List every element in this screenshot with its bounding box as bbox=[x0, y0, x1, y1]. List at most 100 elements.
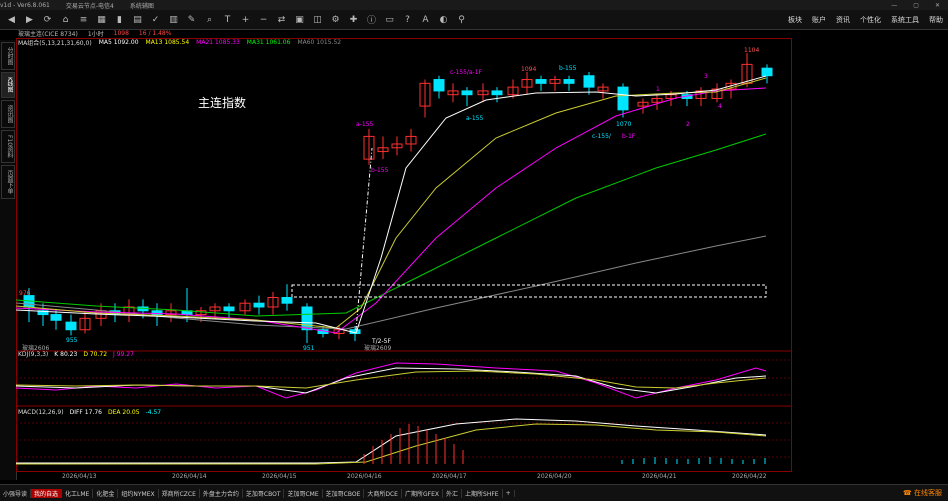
bottom-tab[interactable]: 小强导读 bbox=[0, 488, 32, 498]
maximize-button[interactable]: ▢ bbox=[913, 2, 919, 9]
ma31-line bbox=[16, 133, 767, 317]
period-label[interactable]: 1小时 bbox=[88, 29, 104, 38]
bottom-tab[interactable]: 纽约NYMEX bbox=[118, 488, 159, 498]
date-label: 2026/04/21 bbox=[642, 473, 677, 480]
candle-body bbox=[433, 79, 445, 92]
kdj-k: K 80.23 bbox=[54, 351, 78, 358]
info-icon[interactable]: ⓘ bbox=[365, 13, 378, 26]
symbol-name[interactable]: 玻璃主连(CICE 8734) bbox=[18, 29, 78, 38]
font-icon[interactable]: A bbox=[419, 13, 432, 26]
macd-value: -4.57 bbox=[145, 409, 162, 416]
bar-icon[interactable]: ▮ bbox=[113, 13, 126, 26]
date-label: 2026/04/22 bbox=[732, 473, 767, 480]
menu-system-tools[interactable]: 系统工具 bbox=[891, 15, 919, 25]
ma5-line bbox=[16, 75, 767, 334]
zoom-out-icon[interactable]: − bbox=[257, 13, 270, 26]
chart-annotation: 1104 bbox=[744, 47, 759, 54]
forward-icon[interactable]: ▶ bbox=[23, 13, 36, 26]
search-icon[interactable]: ⌕ bbox=[203, 13, 216, 26]
bottom-tab[interactable]: 上期所SHFE bbox=[462, 488, 503, 498]
chart-annotation: a-155 bbox=[356, 121, 373, 128]
back-icon[interactable]: ◀ bbox=[5, 13, 18, 26]
home-icon[interactable]: ⌂ bbox=[59, 13, 72, 26]
bottom-tab[interactable]: 化肥金 bbox=[93, 488, 119, 498]
chart-annotation: 玻璃2609 bbox=[364, 344, 391, 352]
menu-account[interactable]: 账户 bbox=[812, 15, 826, 25]
layout-icon[interactable]: ▣ bbox=[293, 13, 306, 26]
chart-annotation: b-1F bbox=[622, 133, 636, 140]
sidebar-tab-kline[interactable]: K线图 bbox=[1, 72, 15, 98]
server-node: 交易云节点-电信4 bbox=[65, 2, 114, 10]
bottom-tab[interactable]: 外盘主力合约 bbox=[200, 488, 243, 498]
bottom-tab[interactable]: + bbox=[503, 489, 515, 497]
date-label: 2026/04/15 bbox=[262, 473, 297, 480]
minimize-button[interactable]: — bbox=[891, 2, 897, 9]
split-icon[interactable]: ◫ bbox=[311, 13, 324, 26]
bottom-tab[interactable]: 大商所DCE bbox=[364, 488, 402, 498]
compare-icon[interactable]: ⇄ bbox=[275, 13, 288, 26]
bottom-tab[interactable]: 芝加哥CME bbox=[284, 488, 323, 498]
bottom-tab[interactable]: 外汇 bbox=[443, 488, 463, 498]
sidebar-tab-f10[interactable]: F10资料 bbox=[1, 129, 15, 164]
macd-label: MACD(12,26,9) bbox=[18, 409, 64, 416]
kdj-legend: KDJ(9,3,3) K 80.23 D 70.72 J 99.27 bbox=[18, 351, 140, 358]
settings-icon[interactable]: ⚙ bbox=[329, 13, 342, 26]
last-price: 1098 bbox=[113, 30, 129, 37]
chart-annotation: b-155 bbox=[559, 65, 577, 72]
color-icon[interactable]: ◐ bbox=[437, 13, 450, 26]
kline-icon[interactable]: ▥ bbox=[167, 13, 180, 26]
help-icon[interactable]: ? bbox=[401, 13, 414, 26]
chart-annotation: c-155/ bbox=[592, 133, 612, 140]
bottom-tab[interactable]: 郑商所CZCE bbox=[159, 488, 200, 498]
bottom-tab[interactable]: 化工LME bbox=[62, 488, 94, 498]
date-label: 2026/04/13 bbox=[62, 473, 97, 480]
menu-help[interactable]: 帮助 bbox=[929, 15, 943, 25]
close-button[interactable]: ✕ bbox=[935, 2, 940, 9]
date-label: 2026/04/20 bbox=[537, 473, 572, 480]
bottom-tab[interactable]: 我的自选 bbox=[31, 488, 63, 498]
tick-icon[interactable]: ✓ bbox=[149, 13, 162, 26]
chart-annotation: a-155 bbox=[466, 115, 483, 122]
kdj-d: D 70.72 bbox=[83, 351, 108, 358]
chart-annotation: 976 bbox=[19, 290, 31, 297]
bottom-tab-bar: 小强导读 我的自选 化工LME 化肥金 纽约NYMEX 郑商所CZCE 外盘主力合约 芝加哥C… bbox=[0, 484, 948, 501]
text-icon[interactable]: T bbox=[221, 13, 234, 26]
candle-body bbox=[301, 306, 313, 331]
sidebar-tab-news[interactable]: 资讯图 bbox=[1, 99, 15, 128]
price-change: 16 / 1.48% bbox=[138, 30, 172, 37]
chart-annotation: 1094 bbox=[521, 66, 536, 73]
grid-icon[interactable]: ▤ bbox=[131, 13, 144, 26]
list-icon[interactable]: ≡ bbox=[77, 13, 90, 26]
menu-news[interactable]: 资讯 bbox=[836, 15, 850, 25]
app-version: v1d - Ver6.8.061 bbox=[0, 1, 50, 9]
online-service-button[interactable]: ☎ 在线客服 bbox=[900, 488, 948, 498]
chart-annotation: 1070 bbox=[616, 121, 631, 128]
window-icon[interactable]: ▭ bbox=[383, 13, 396, 26]
candle-body bbox=[491, 90, 503, 96]
chart-annotation: 955 bbox=[66, 337, 78, 344]
refresh-icon[interactable]: ⟳ bbox=[41, 13, 54, 26]
menu-personalize[interactable]: 个性化 bbox=[860, 15, 881, 25]
bottom-tab[interactable]: 芝加哥CBOT bbox=[243, 488, 285, 498]
bottom-tab[interactable]: 芝加哥CBOE bbox=[323, 488, 365, 498]
candle-body bbox=[583, 75, 595, 88]
zoom-in-icon[interactable]: + bbox=[239, 13, 252, 26]
title-bar: v1d - Ver6.8.061 交易云节点-电信4 系统辅图 — ▢ ✕ bbox=[0, 0, 948, 10]
bottom-tab[interactable]: 广期所GFEX bbox=[402, 488, 443, 498]
candle-body bbox=[50, 314, 62, 321]
draw-icon[interactable]: ✎ bbox=[185, 13, 198, 26]
date-label: 2026/04/17 bbox=[432, 473, 467, 480]
tools-icon[interactable]: ✚ bbox=[347, 13, 360, 26]
pin-icon[interactable]: ⚲ bbox=[455, 13, 468, 26]
sidebar-tab-timeshare[interactable]: 分时图 bbox=[1, 42, 15, 70]
candle-body bbox=[281, 297, 293, 304]
candlestick-chart[interactable]: 11045/c-1F/a-5Fc-155/a-1F1094b-155a-1551… bbox=[16, 38, 792, 472]
menu-sector[interactable]: 板块 bbox=[788, 15, 802, 25]
sidebar-tab-order[interactable]: 页面下单 bbox=[1, 165, 15, 200]
macd-legend: MACD(12,26,9) DIFF 17.76 DEA 20.05 -4.57 bbox=[18, 409, 167, 416]
chart-annotation: 4 bbox=[718, 103, 722, 110]
chart-icon[interactable]: ▦ bbox=[95, 13, 108, 26]
kdj-k-line bbox=[16, 367, 767, 394]
kdj-j: J 99.27 bbox=[113, 351, 134, 358]
kdj-d-line bbox=[16, 370, 767, 389]
